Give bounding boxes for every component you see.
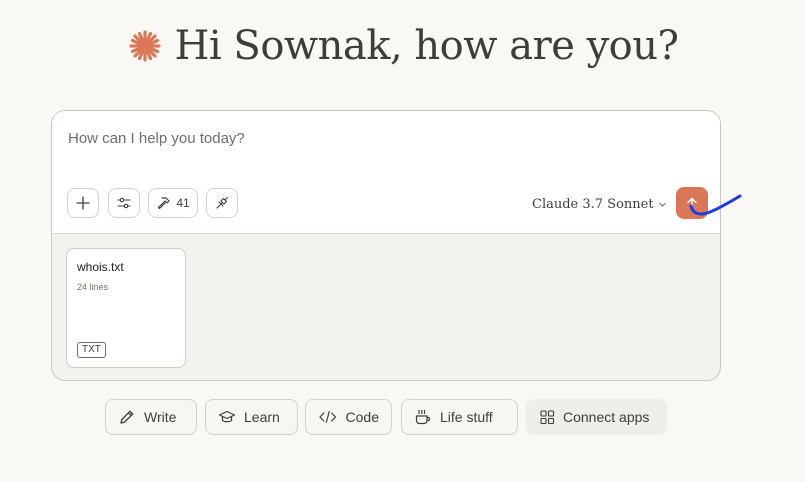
hammer-icon [158,197,170,210]
chip-label: Life stuff [440,409,493,425]
add-button[interactable] [67,188,99,218]
plus-icon [76,196,90,210]
chip-write[interactable]: Write [105,399,197,435]
model-selector[interactable]: Claude 3.7 Sonnet [532,195,667,213]
chip-learn[interactable]: Learn [205,399,298,435]
code-icon [319,411,337,423]
file-attachment-card[interactable]: whois.txt 24 lines TXT [66,248,186,368]
attachment-type-badge: TXT [77,342,106,358]
chip-code[interactable]: Code [305,399,392,435]
chip-label: Write [144,409,177,425]
composer-input-area: 41 Claude 3.7 Sonnet [52,111,720,234]
chip-label: Connect apps [563,409,650,425]
coffee-icon [415,409,431,425]
pencil-icon [120,410,134,424]
attachment-filename: whois.txt [77,260,124,274]
options-button[interactable] [108,188,140,218]
sliders-icon [117,197,131,209]
tools-count: 41 [176,196,190,210]
chip-life-stuff[interactable]: Life stuff [401,399,518,435]
attachment-meta: 24 lines [77,282,109,292]
chevron-down-icon [658,202,666,207]
chip-label: Learn [244,409,280,425]
chip-label: Code [345,409,379,425]
prompt-input[interactable] [66,129,670,148]
tools-button[interactable]: 41 [148,188,198,218]
integrations-button[interactable] [206,188,238,218]
plug-icon [216,196,229,209]
greeting-title: Hi Sownak, how are you? [174,23,679,69]
greeting: Hi Sownak, how are you? [0,18,805,74]
model-name: Claude 3.7 Sonnet [532,196,654,212]
graduation-cap-icon [218,410,236,423]
chip-connect-apps[interactable]: Connect apps [526,399,667,435]
composer: 41 Claude 3.7 Sonnet wh [51,110,721,381]
pen-annotation-stroke [689,194,742,216]
claude-spark-icon [128,30,161,62]
apps-grid-icon [540,410,555,425]
